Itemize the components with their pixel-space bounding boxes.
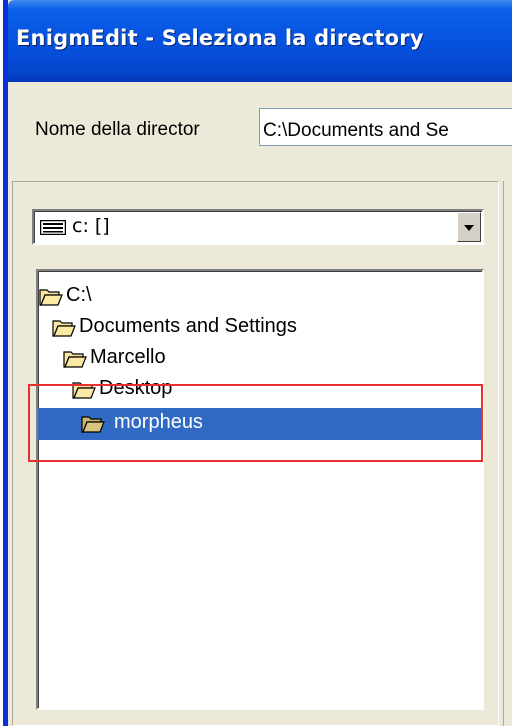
tree-item-desktop[interactable]: Desktop [72,374,472,406]
tree-item-morpheus[interactable]: morpheus [38,408,482,440]
tree-item-label: Desktop [99,377,173,399]
drive-label: c: [] [72,215,110,237]
drive-select[interactable]: c: [] [32,209,484,245]
folder-open-icon [39,289,63,306]
title-bar[interactable]: EnigmEdit - Seleziona la directory [8,0,512,82]
drive-icon [40,220,66,235]
tree-item-label: morpheus [114,411,203,433]
folder-open-icon [81,416,105,433]
folder-open-icon [52,320,76,337]
dropdown-button[interactable] [457,212,481,242]
dialog-window: EnigmEdit - Seleziona la directory Nome … [3,0,512,726]
tree-item-root[interactable]: C:\ [39,281,479,313]
directory-name-label: Nome della director [35,119,200,140]
tree-item-documents-and-settings[interactable]: Documents and Settings [52,312,472,344]
folder-open-icon [72,382,96,399]
window-title: EnigmEdit - Seleziona la directory [16,26,424,50]
directory-name-input[interactable] [259,108,512,146]
folder-open-icon [63,351,87,368]
tree-item-label: Documents and Settings [79,315,297,337]
tree-item-marcello[interactable]: Marcello [63,343,463,375]
directory-name-row: Nome della director [8,82,512,176]
panel-divider [503,181,512,726]
directory-tree[interactable]: C:\ Documents and Settings Marcello Desk… [36,269,484,710]
tree-item-label: Marcello [90,346,166,368]
chevron-down-icon [464,225,474,231]
tree-item-label: C:\ [66,284,92,306]
